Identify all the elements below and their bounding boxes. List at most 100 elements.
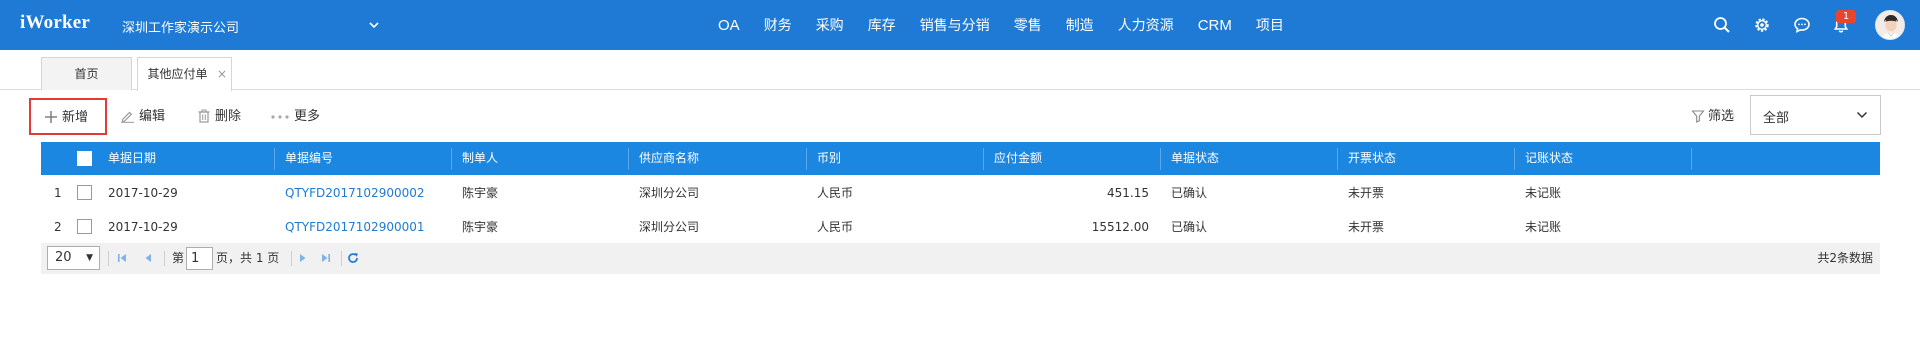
user-avatar[interactable] (1875, 10, 1905, 40)
total-records: 共2条数据 (1817, 251, 1873, 265)
nav-item-hr[interactable]: 人力资源 (1118, 0, 1174, 50)
last-page-icon[interactable] (319, 251, 333, 265)
chevron-down-icon[interactable] (368, 19, 380, 31)
table-row[interactable]: 2 2017-10-29 QTYFD2017102900001 陈宇豪 深圳分公… (41, 210, 1880, 244)
edit-label: 编辑 (139, 109, 166, 124)
cell-invoice: 未开票 (1348, 220, 1385, 234)
page-size-select[interactable]: 20 ▼ (47, 246, 100, 270)
trash-icon (198, 109, 210, 123)
column-divider[interactable] (628, 148, 629, 170)
cell-currency: 人民币 (817, 186, 854, 200)
column-divider[interactable] (806, 148, 807, 170)
company-name[interactable]: 深圳工作家演示公司 (122, 17, 239, 36)
top-navigation-bar: iWorker 深圳工作家演示公司 OA 财务 采购 库存 销售与分销 零售 制… (0, 0, 1920, 50)
column-divider[interactable] (1337, 148, 1338, 170)
filter-select[interactable]: 全部 (1750, 95, 1881, 135)
filter-label: 筛选 (1708, 109, 1735, 124)
nav-item-oa[interactable]: OA (718, 0, 740, 50)
column-header-date[interactable]: 单据日期 (108, 142, 156, 175)
column-header-invoice[interactable]: 开票状态 (1348, 142, 1396, 175)
chevron-down-icon (1856, 111, 1868, 119)
more-label: 更多 (294, 109, 321, 124)
column-divider[interactable] (274, 148, 275, 170)
more-dots-icon (271, 115, 289, 119)
edit-button[interactable]: 编辑 (120, 104, 165, 130)
page-number-input[interactable]: 1 (186, 247, 213, 270)
refresh-icon[interactable] (346, 251, 360, 265)
nav-item-manufacturing[interactable]: 制造 (1066, 0, 1094, 50)
plus-icon (45, 111, 57, 123)
first-page-icon[interactable] (115, 251, 129, 265)
pager-divider (164, 251, 165, 266)
filter-button[interactable]: 筛选 (1691, 104, 1734, 130)
delete-label: 删除 (215, 109, 242, 124)
cell-status: 已确认 (1171, 186, 1208, 200)
grid-header: 单据日期 单据编号 制单人 供应商名称 币别 应付金额 单据状态 开票状态 记账… (41, 142, 1880, 175)
page-count-text: 页，共 1 页 (216, 251, 280, 265)
more-button[interactable]: 更多 (270, 104, 320, 130)
cell-supplier: 深圳分公司 (639, 186, 700, 200)
close-icon[interactable]: × (217, 58, 227, 90)
cell-date: 2017-10-29 (108, 186, 178, 200)
add-button[interactable]: 新增 (29, 98, 107, 135)
tab-other-payables[interactable]: 其他应付单 × (137, 57, 232, 91)
column-divider[interactable] (1691, 148, 1692, 170)
funnel-icon (1691, 110, 1705, 123)
column-divider[interactable] (1514, 148, 1515, 170)
cell-posting: 未记账 (1525, 220, 1562, 234)
page-size-value: 20 (55, 250, 72, 265)
nav-item-purchase[interactable]: 采购 (816, 0, 844, 50)
column-divider[interactable] (983, 148, 984, 170)
cell-amount: 451.15 (1107, 186, 1149, 200)
cell-maker: 陈宇豪 (462, 186, 499, 200)
app-logo[interactable]: iWorker (20, 12, 90, 34)
nav-item-finance[interactable]: 财务 (764, 0, 792, 50)
column-header-posting[interactable]: 记账状态 (1525, 142, 1573, 175)
column-divider[interactable] (451, 148, 452, 170)
tab-home[interactable]: 首页 (41, 57, 132, 90)
pencil-icon (121, 111, 134, 123)
tab-home-label: 首页 (74, 67, 99, 81)
cell-date: 2017-10-29 (108, 220, 178, 234)
cell-code-link[interactable]: QTYFD2017102900001 (285, 210, 425, 244)
column-header-currency[interactable]: 币别 (817, 142, 841, 175)
pager-divider (291, 251, 292, 266)
cell-code-link[interactable]: QTYFD2017102900002 (285, 176, 425, 210)
column-header-status[interactable]: 单据状态 (1171, 142, 1219, 175)
row-checkbox[interactable] (77, 219, 92, 234)
cell-supplier: 深圳分公司 (639, 220, 700, 234)
cell-maker: 陈宇豪 (462, 220, 499, 234)
caret-down-icon: ▼ (86, 253, 93, 263)
nav-item-sales[interactable]: 销售与分销 (920, 0, 990, 50)
previous-page-icon[interactable] (141, 251, 155, 265)
nav-item-crm[interactable]: CRM (1198, 0, 1232, 50)
chat-icon[interactable] (1793, 16, 1811, 34)
cell-posting: 未记账 (1525, 186, 1562, 200)
cell-status: 已确认 (1171, 220, 1208, 234)
select-all-checkbox[interactable] (77, 151, 92, 166)
cell-invoice: 未开票 (1348, 186, 1385, 200)
column-header-code[interactable]: 单据编号 (285, 142, 333, 175)
tab-strip: 首页 其他应付单 × (0, 50, 1920, 91)
search-icon[interactable] (1713, 16, 1731, 34)
row-index: 1 (54, 186, 62, 200)
cell-amount: 15512.00 (1091, 220, 1149, 234)
column-header-amount[interactable]: 应付金额 (994, 142, 1042, 175)
row-index: 2 (54, 220, 62, 234)
filter-select-value: 全部 (1763, 111, 1790, 126)
main-menu: OA 财务 采购 库存 销售与分销 零售 制造 人力资源 CRM 项目 (718, 0, 1308, 50)
column-header-maker[interactable]: 制单人 (462, 142, 498, 175)
next-page-icon[interactable] (296, 251, 310, 265)
nav-item-retail[interactable]: 零售 (1014, 0, 1042, 50)
nav-item-project[interactable]: 项目 (1256, 0, 1284, 50)
table-row[interactable]: 1 2017-10-29 QTYFD2017102900002 陈宇豪 深圳分公… (41, 176, 1880, 210)
notification-badge: 1 (1836, 10, 1856, 23)
column-header-supplier[interactable]: 供应商名称 (639, 142, 699, 175)
column-divider[interactable] (1160, 148, 1161, 170)
nav-item-inventory[interactable]: 库存 (868, 0, 896, 50)
cell-currency: 人民币 (817, 220, 854, 234)
gear-icon[interactable] (1753, 16, 1771, 34)
row-checkbox[interactable] (77, 185, 92, 200)
page-prefix: 第 (172, 251, 185, 265)
delete-button[interactable]: 删除 (197, 104, 241, 130)
